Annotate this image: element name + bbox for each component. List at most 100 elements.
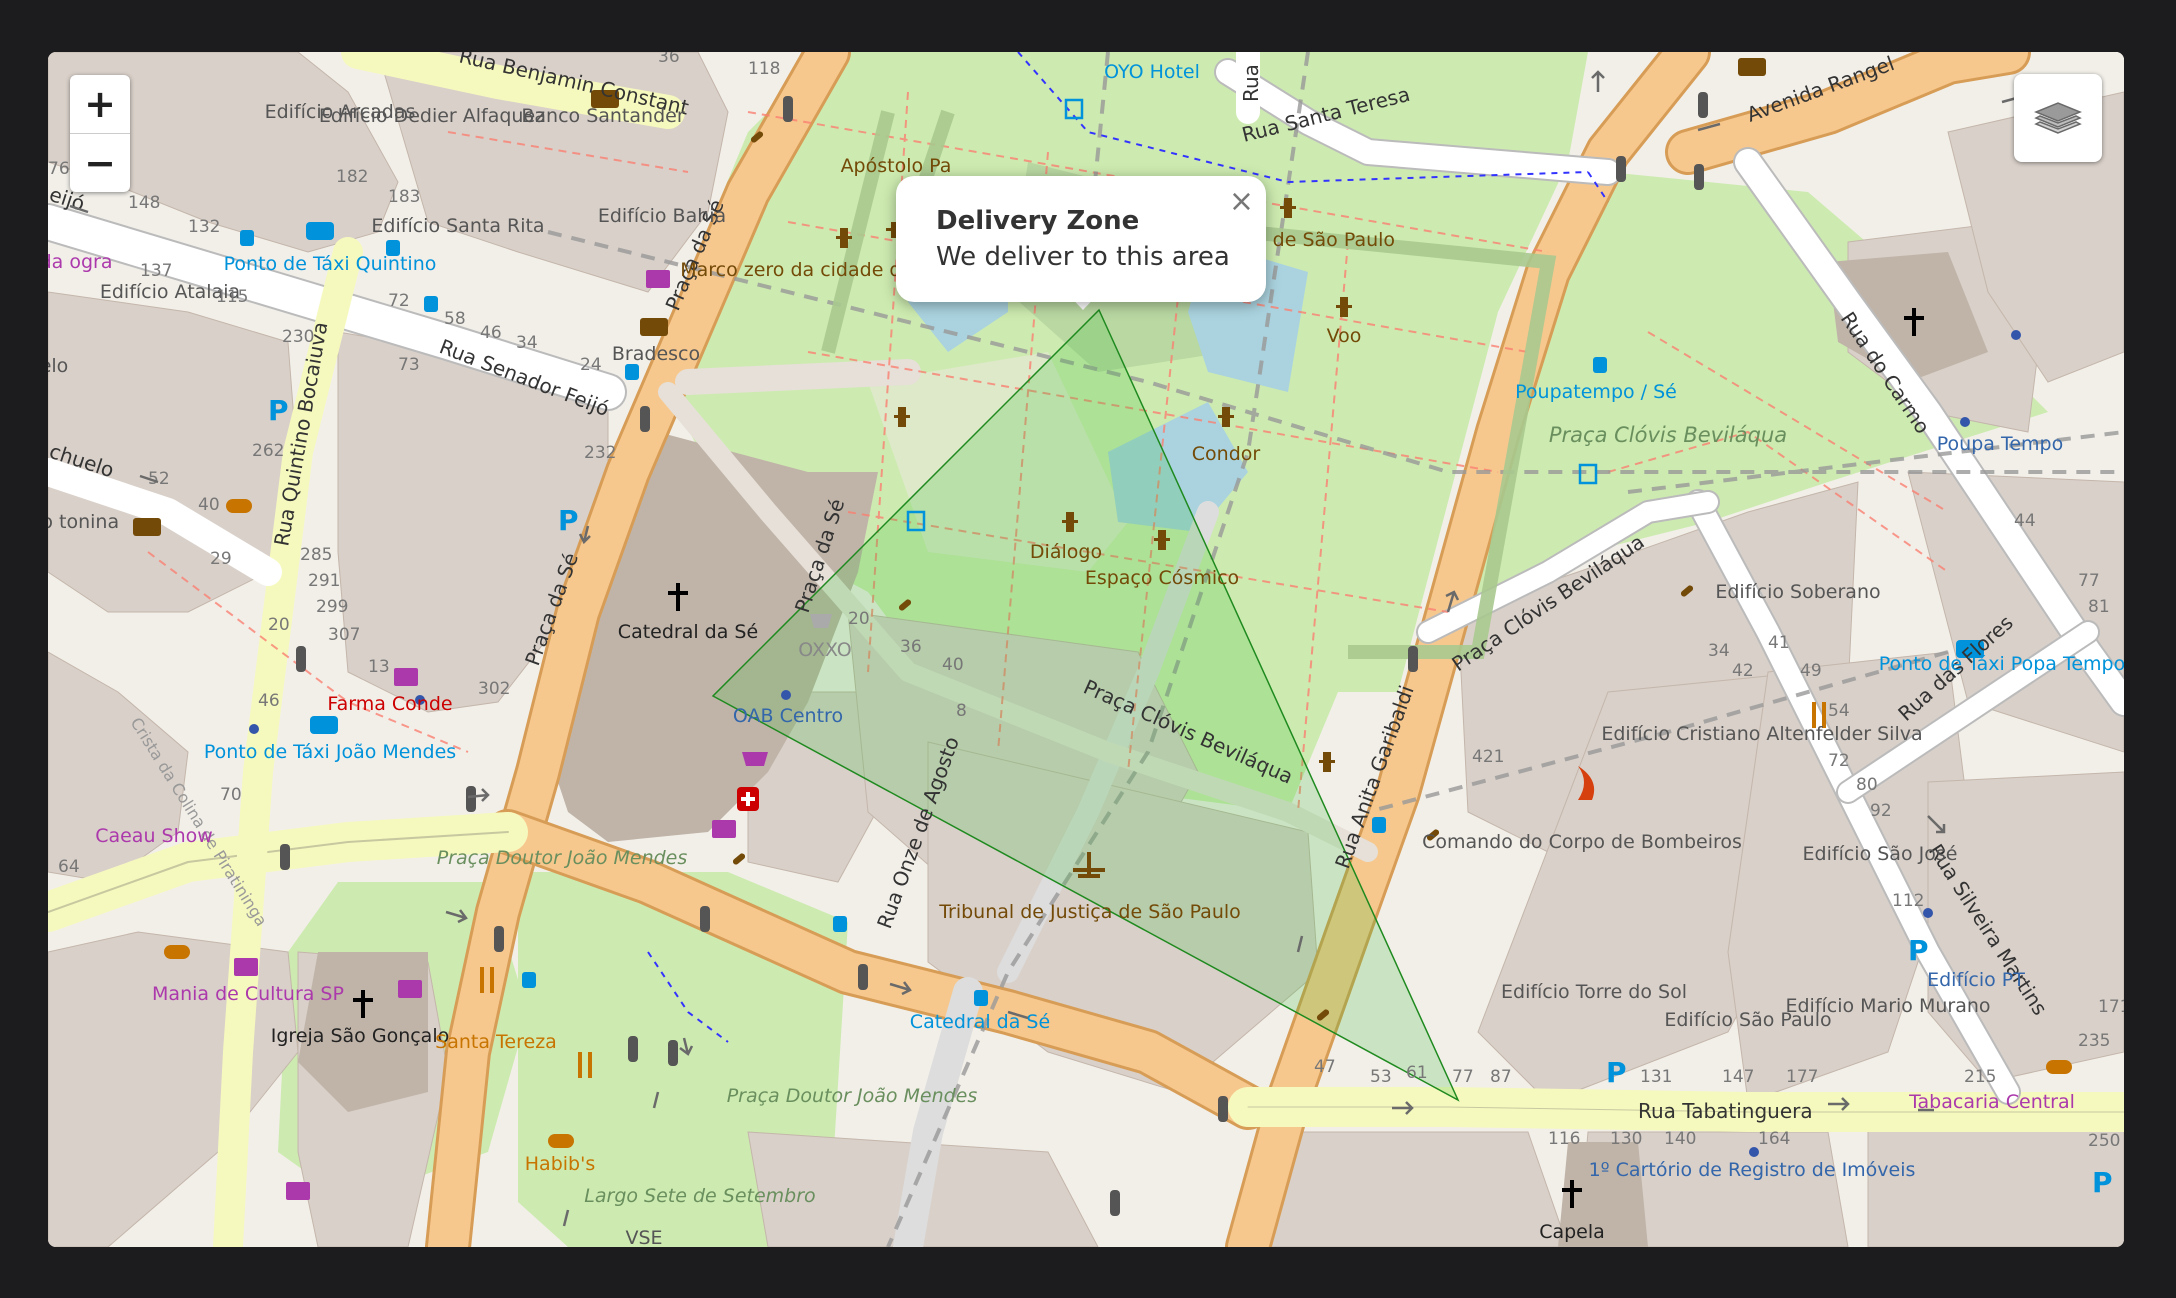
house-number: 262 bbox=[252, 441, 284, 461]
label-ponto-taxi-joao: Ponto de Táxi João Mendes bbox=[204, 741, 456, 763]
house-number: 115 bbox=[216, 287, 248, 307]
house-number: 132 bbox=[188, 217, 220, 237]
house-number: 40 bbox=[942, 655, 964, 675]
label-catedral-da-se: Catedral da Sé bbox=[618, 621, 758, 643]
house-number: 77 bbox=[2078, 571, 2100, 591]
house-number: 8 bbox=[956, 701, 967, 721]
house-number: 53 bbox=[1370, 1067, 1392, 1087]
house-number: 250 bbox=[2088, 1131, 2120, 1151]
house-number: 112 bbox=[1892, 891, 1924, 911]
street-rua: Rua bbox=[1239, 64, 1263, 102]
house-number: 40 bbox=[198, 495, 220, 515]
house-number: 183 bbox=[388, 187, 420, 207]
house-number: 36 bbox=[658, 52, 680, 67]
label-capela: Capela bbox=[1539, 1221, 1605, 1243]
pharmacy-icon bbox=[737, 787, 759, 811]
svg-text:P: P bbox=[558, 504, 579, 537]
label-ponto-taxi-popa: Ponto de Táxi Popa Tempo bbox=[1879, 653, 2124, 675]
label-espaco-cosmico: Espaço Cósmico bbox=[1085, 567, 1239, 589]
house-number: 20 bbox=[848, 609, 870, 629]
street-rua-tabatinguera: Rua Tabatinguera bbox=[1638, 1099, 1813, 1123]
house-number: 171 bbox=[2098, 997, 2124, 1017]
label-edificio-dedier: Edifício Dedier Alfaquez bbox=[319, 105, 545, 127]
label-edificio-soberano: Edifício Soberano bbox=[1715, 581, 1880, 603]
house-number: 46 bbox=[480, 323, 502, 343]
label-edificio-mario: Edifício Mario Murano bbox=[1785, 995, 1990, 1017]
label-edificio-sao-jose: Edifício São José bbox=[1803, 843, 1958, 865]
label-praca-joao-mendes-a: Praça Doutor João Mendes bbox=[437, 847, 688, 869]
house-number: 130 bbox=[1610, 1129, 1642, 1149]
label-tribunal: Tribunal de Justiça de São Paulo bbox=[938, 901, 1241, 923]
house-number: 215 bbox=[1964, 1067, 1996, 1087]
house-number: 291 bbox=[308, 571, 340, 591]
popup-text: We deliver to this area bbox=[936, 242, 1230, 272]
label-santa-tereza: Santa Tereza bbox=[435, 1031, 557, 1053]
label-edificio-bahia: Edifício Bahia bbox=[598, 205, 726, 227]
label-vse: VSE bbox=[625, 1227, 662, 1247]
label-poupa-tempo: Poupa Tempo bbox=[1937, 433, 2063, 455]
house-number: 34 bbox=[1708, 641, 1730, 661]
house-number: 36 bbox=[900, 637, 922, 657]
zoom-control: + − bbox=[70, 75, 130, 192]
house-number: 76 bbox=[48, 159, 70, 179]
house-number: 80 bbox=[1856, 775, 1878, 795]
label-edificio-cristiano: Edifício Cristiano Altenfelder Silva bbox=[1601, 723, 1922, 745]
label-dialogo: Diálogo bbox=[1030, 541, 1102, 563]
label-voo: Voo bbox=[1327, 325, 1362, 347]
popup-close-button[interactable]: × bbox=[1229, 184, 1254, 219]
label-catedral-se-station: Catedral da Sé bbox=[910, 1011, 1050, 1033]
house-number: 20 bbox=[268, 615, 290, 635]
house-number: 54 bbox=[1828, 701, 1850, 721]
label-banco-santander: Banco Santander bbox=[521, 105, 684, 127]
svg-text:P: P bbox=[268, 394, 289, 427]
layers-button[interactable] bbox=[2014, 74, 2102, 162]
label-oxxo: OXXO bbox=[798, 639, 852, 661]
house-number: 147 bbox=[1722, 1067, 1754, 1087]
label-poupatempo-se: Poupatempo / Sé bbox=[1515, 381, 1677, 403]
svg-text:P: P bbox=[2092, 1166, 2113, 1199]
house-number: 140 bbox=[1664, 1129, 1696, 1149]
label-edificio-santa-rita: Edifício Santa Rita bbox=[371, 215, 544, 237]
svg-text:P: P bbox=[1908, 934, 1929, 967]
house-number: 24 bbox=[580, 355, 602, 375]
label-ponto-taxi-quintino: Ponto de Táxi Quintino bbox=[224, 253, 437, 275]
label-elo: elo bbox=[48, 355, 68, 377]
house-number: 131 bbox=[1640, 1067, 1672, 1087]
house-number: 49 bbox=[1800, 661, 1822, 681]
label-largo-sete: Largo Sete de Setembro bbox=[584, 1185, 815, 1207]
house-number: 81 bbox=[2088, 597, 2110, 617]
label-cartorio: 1º Cartório de Registro de Imóveis bbox=[1589, 1159, 1916, 1181]
house-number: 13 bbox=[368, 657, 390, 677]
house-number: 118 bbox=[748, 59, 780, 79]
label-comando-bombeiros: Comando do Corpo de Bombeiros bbox=[1422, 831, 1742, 853]
house-number: 29 bbox=[210, 549, 232, 569]
house-number: 302 bbox=[478, 679, 510, 699]
house-number: 34 bbox=[516, 333, 538, 353]
label-farma-conde: Farma Conde bbox=[327, 693, 452, 715]
house-number: 70 bbox=[220, 785, 242, 805]
house-number: 235 bbox=[2078, 1031, 2110, 1051]
label-mania-cultura: Mania de Cultura SP bbox=[152, 983, 344, 1005]
house-number: 87 bbox=[1490, 1067, 1512, 1087]
house-number: 92 bbox=[1870, 801, 1892, 821]
label-oab-centro: OAB Centro bbox=[733, 705, 843, 727]
layers-icon bbox=[2034, 102, 2082, 134]
house-number: 47 bbox=[1314, 1057, 1336, 1077]
map-container[interactable]: P P P P P Rua Benjamin Constant Rua Sant… bbox=[48, 52, 2124, 1247]
house-number: 299 bbox=[316, 597, 348, 617]
house-number: 230 bbox=[282, 327, 314, 347]
house-number: 61 bbox=[1406, 1063, 1428, 1083]
label-cafe-da: afé da ogra bbox=[48, 251, 112, 273]
house-number: 72 bbox=[388, 291, 410, 311]
house-number: 177 bbox=[1786, 1067, 1818, 1087]
house-number: 41 bbox=[1768, 633, 1790, 653]
zoom-out-button[interactable]: − bbox=[70, 133, 130, 192]
house-number: 46 bbox=[258, 691, 280, 711]
house-number: 232 bbox=[584, 443, 616, 463]
house-number: 285 bbox=[300, 545, 332, 565]
house-number: 73 bbox=[398, 355, 420, 375]
zoom-in-button[interactable]: + bbox=[70, 75, 130, 133]
house-number: 72 bbox=[1828, 751, 1850, 771]
label-condor: Condor bbox=[1192, 443, 1261, 465]
popup-title: Delivery Zone bbox=[936, 206, 1140, 236]
